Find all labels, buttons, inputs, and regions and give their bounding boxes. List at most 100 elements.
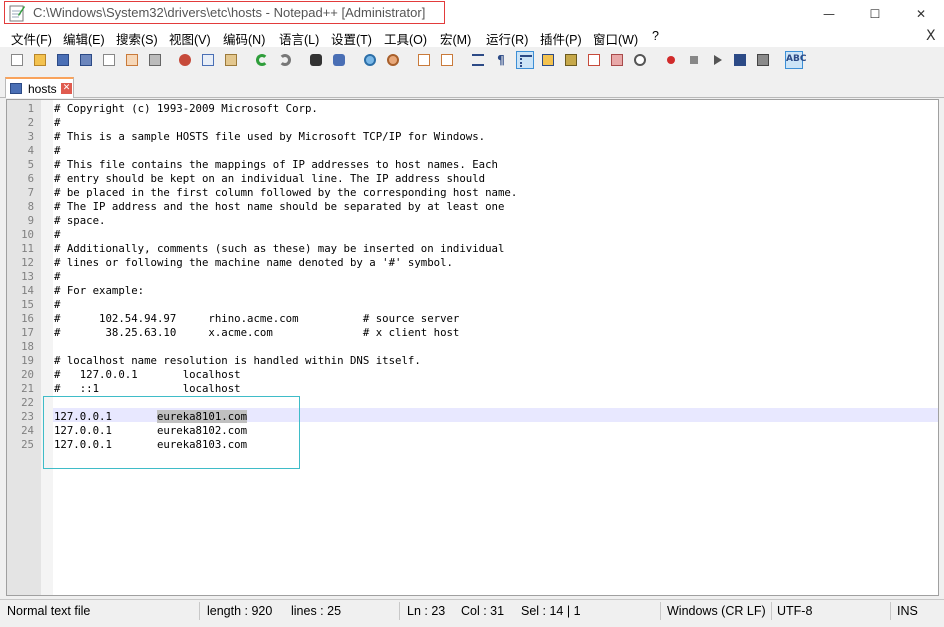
redo-icon[interactable] — [276, 51, 294, 69]
folder-workspace-icon[interactable] — [608, 51, 626, 69]
line-text: # 127.0.0.1 localhost — [54, 368, 241, 381]
status-selection: Sel : 14 | 1 — [521, 604, 581, 618]
status-encoding[interactable]: UTF-8 — [777, 604, 812, 618]
editor-pane[interactable]: 1 # Copyright (c) 1993-2009 Microsoft Cor… — [6, 99, 939, 596]
zoom-in-icon[interactable] — [361, 51, 379, 69]
status-bar: Normal text file length : 920 lines : 25… — [0, 599, 944, 623]
menu-settings[interactable]: 设置(T) — [331, 29, 372, 48]
play-macro-icon[interactable] — [708, 51, 726, 69]
line-number: 5 — [27, 158, 34, 171]
close-document-button[interactable]: X — [926, 28, 936, 44]
sync-vertical-icon[interactable] — [415, 51, 433, 69]
minimize-button[interactable]: — — [806, 0, 852, 27]
menu-edit[interactable]: 编辑(E) — [63, 29, 105, 48]
line-text: # 102.54.94.97 rhino.acme.com # source s… — [54, 312, 460, 325]
status-column: Col : 31 — [461, 604, 505, 618]
toolbar: ¶ ABC — [0, 47, 944, 73]
line-number: 13 — [21, 270, 34, 283]
menu-file[interactable]: 文件(F) — [11, 29, 52, 48]
line-text: # — [54, 298, 61, 311]
line-number: 9 — [27, 214, 34, 227]
save-icon[interactable] — [54, 51, 72, 69]
menu-help[interactable]: ? — [652, 29, 659, 43]
close-all-icon[interactable] — [123, 51, 141, 69]
open-file-icon[interactable] — [31, 51, 49, 69]
tab-close-icon[interactable]: ✕ — [61, 83, 72, 94]
doc-map-icon[interactable] — [562, 51, 580, 69]
tab-hosts[interactable]: hosts ✕ — [5, 77, 74, 98]
line-number: 8 — [27, 200, 34, 213]
line-number: 16 — [21, 312, 34, 325]
saved-file-icon — [10, 83, 22, 94]
line-number: 22 — [21, 396, 34, 409]
line-number: 2 — [27, 116, 34, 129]
line-text: # — [54, 270, 61, 283]
line-number: 1 — [27, 102, 34, 115]
line-number: 19 — [21, 354, 34, 367]
status-line-number: Ln : 23 — [407, 604, 446, 618]
line-number: 4 — [27, 144, 34, 157]
record-macro-icon[interactable] — [662, 51, 680, 69]
status-insert-mode[interactable]: INS — [897, 604, 918, 618]
window-title: C:\Windows\System32\drivers\etc\hosts - … — [33, 5, 426, 20]
line-text: # Additionally, comments (such as these)… — [54, 242, 505, 255]
word-wrap-icon[interactable] — [469, 51, 487, 69]
menu-run[interactable]: 运行(R) — [486, 29, 528, 48]
menu-encoding[interactable]: 编码(N) — [223, 29, 265, 48]
menu-macro[interactable]: 宏(M) — [440, 29, 471, 48]
title-bar: C:\Windows\System32\drivers\etc\hosts - … — [0, 0, 944, 27]
menu-tools[interactable]: 工具(O) — [384, 29, 427, 48]
line-text: # localhost name resolution is handled w… — [54, 354, 421, 367]
close-icon[interactable] — [100, 51, 118, 69]
maximize-button[interactable]: ☐ — [852, 0, 898, 27]
function-list-icon[interactable] — [585, 51, 603, 69]
line-text: # — [54, 144, 61, 157]
close-window-button[interactable]: ✕ — [898, 0, 944, 27]
new-file-icon[interactable] — [8, 51, 26, 69]
status-eol[interactable]: Windows (CR LF) — [667, 604, 766, 618]
sync-horizontal-icon[interactable] — [438, 51, 456, 69]
print-icon[interactable] — [146, 51, 164, 69]
menu-view[interactable]: 视图(V) — [169, 29, 211, 48]
zoom-out-icon[interactable] — [384, 51, 402, 69]
menu-window[interactable]: 窗口(W) — [593, 29, 638, 48]
line-number: 14 — [21, 284, 34, 297]
save-macro-icon[interactable] — [754, 51, 772, 69]
status-lines: lines : 25 — [291, 604, 342, 618]
stop-macro-icon[interactable] — [685, 51, 703, 69]
save-all-icon[interactable] — [77, 51, 95, 69]
indent-guide-icon[interactable] — [516, 51, 534, 69]
menu-language[interactable]: 语言(L) — [279, 29, 319, 48]
monitoring-icon[interactable] — [631, 51, 649, 69]
line-number: 3 — [27, 130, 34, 143]
line-number: 25 — [21, 438, 34, 451]
menu-plugins[interactable]: 插件(P) — [540, 29, 582, 48]
line-text: # be placed in the first column followed… — [54, 186, 518, 199]
paste-icon[interactable] — [222, 51, 240, 69]
line-text: # lines or following the machine name de… — [54, 256, 453, 269]
line-text: # For example: — [54, 284, 145, 297]
line-number: 15 — [21, 298, 34, 311]
line-text: # — [54, 228, 61, 241]
menu-search[interactable]: 搜索(S) — [116, 29, 158, 48]
menu-bar: 文件(F) 编辑(E) 搜索(S) 视图(V) 编码(N) 语言(L) 设置(T… — [0, 27, 944, 47]
copy-icon[interactable] — [199, 51, 217, 69]
line-text: # This is a sample HOSTS file used by Mi… — [54, 130, 486, 143]
replace-icon[interactable] — [330, 51, 348, 69]
line-text: # — [54, 116, 61, 129]
tab-label: hosts — [28, 82, 57, 96]
cut-icon[interactable] — [176, 51, 194, 69]
line-text: # entry should be kept on an individual … — [54, 172, 486, 185]
line-number: 11 — [21, 242, 34, 255]
status-length: length : 920 — [207, 604, 273, 618]
line-number: 18 — [21, 340, 34, 353]
run-macro-multiple-icon[interactable] — [731, 51, 749, 69]
highlight-box — [43, 396, 300, 469]
find-icon[interactable] — [307, 51, 325, 69]
line-number: 6 — [27, 172, 34, 185]
status-file-type: Normal text file — [7, 604, 91, 618]
undo-icon[interactable] — [253, 51, 271, 69]
show-all-chars-icon[interactable]: ¶ — [492, 51, 510, 69]
spell-check-icon[interactable]: ABC — [785, 51, 806, 69]
user-lang-icon[interactable] — [539, 51, 557, 69]
